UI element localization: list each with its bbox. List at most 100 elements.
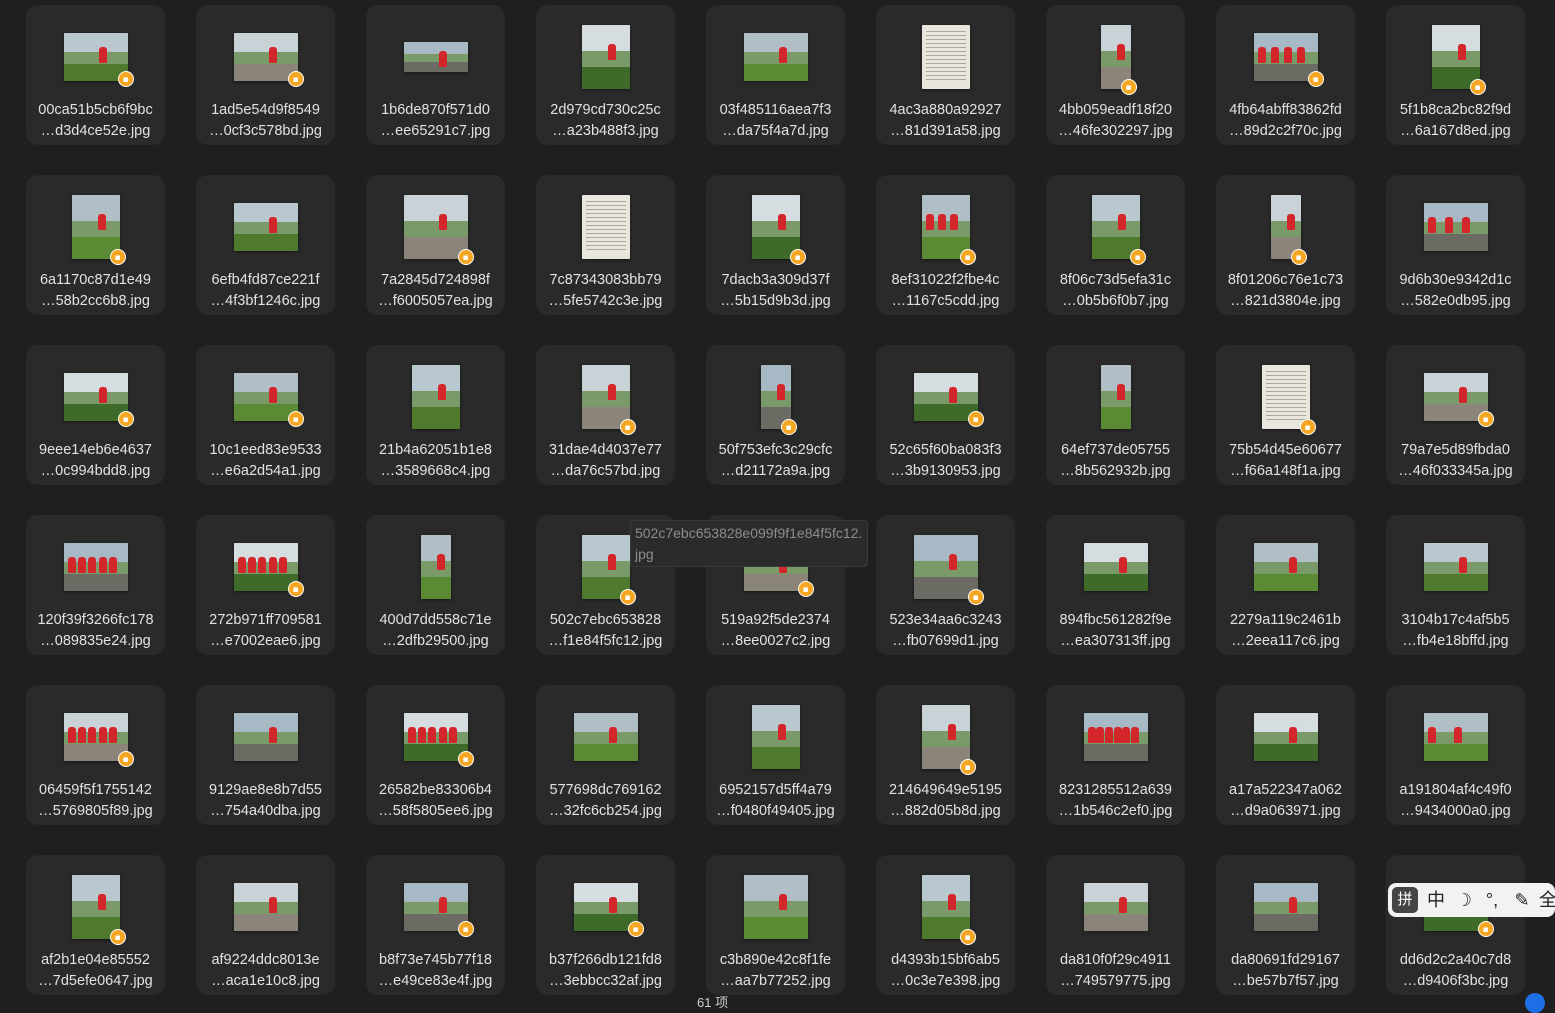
file-tile[interactable]: 894fbc561282f9e …ea307313ff.jpg: [1046, 515, 1185, 655]
file-tile[interactable]: ▪ b8f73e745b77f18 …e49ce83e4f.jpg: [366, 855, 505, 995]
file-name: 3104b17c4af5b5 …fb4e18bffd.jpg: [1386, 610, 1525, 652]
person-figure: [1444, 217, 1453, 234]
file-name-line2: …1b546c2ef0.jpg: [1058, 803, 1173, 819]
file-tile[interactable]: 7c87343083bb79 …5fe5742c3e.jpg: [536, 175, 675, 315]
person-figure: [608, 727, 617, 744]
file-name-line2: …d3d4ce52e.jpg: [40, 123, 151, 139]
pen-icon[interactable]: ✎: [1510, 887, 1534, 913]
photo-thumbnail: [1091, 195, 1140, 259]
file-tile[interactable]: ▪ 06459f5f1755142 …5769805f89.jpg: [26, 685, 165, 825]
file-name: 7dacb3a309d37f …5b15d9b3d.jpg: [706, 270, 845, 312]
file-name-line2: …ea307313ff.jpg: [1060, 633, 1171, 649]
file-name: 06459f5f1755142 …5769805f89.jpg: [26, 780, 165, 822]
file-name-line1: 64ef737de05755: [1061, 442, 1170, 458]
file-tile[interactable]: 21b4a62051b1e8 …3589668c4.jpg: [366, 345, 505, 485]
lock-icon: ▪: [1299, 419, 1316, 435]
file-tile[interactable]: ▪ 4fb64abff83862fd …89d2c2f70c.jpg: [1216, 5, 1355, 145]
file-tile[interactable]: da810f0f29c4911 …749579775.jpg: [1046, 855, 1185, 995]
file-name-line1: 8ef31022f2fbe4c: [891, 272, 1000, 288]
file-tile[interactable]: ▪ b37f266db121fd8 …3ebbcc32af.jpg: [536, 855, 675, 995]
photo-thumbnail: [1423, 543, 1488, 591]
file-tile[interactable]: ▪ af2b1e04e85552 …7d5efe0647.jpg: [26, 855, 165, 995]
file-tile[interactable]: 6952157d5ff4a79 …f0480f49405.jpg: [706, 685, 845, 825]
file-tile[interactable]: ▪ 10c1eed83e9533 …e6a2d54a1.jpg: [196, 345, 335, 485]
photo-thumbnail: [233, 883, 298, 931]
file-tile[interactable]: ▪ 00ca51b5cb6f9bc …d3d4ce52e.jpg: [26, 5, 165, 145]
file-tile[interactable]: c3b890e42c8f1fe …aa7b77252.jpg: [706, 855, 845, 995]
file-tile[interactable]: 577698dc769162 …32fc6cb254.jpg: [536, 685, 675, 825]
person-figure: [947, 894, 956, 911]
file-tile[interactable]: ▪ d4393b15bf6ab5 …0c3e7e398.jpg: [876, 855, 1015, 995]
file-name: 8ef31022f2fbe4c …1167c5cdd.jpg: [876, 270, 1015, 312]
file-tile[interactable]: ▪ 50f753efc3c29cfc …d21172a9a.jpg: [706, 345, 845, 485]
file-tile[interactable]: 1b6de870f571d0 …ee65291c7.jpg: [366, 5, 505, 145]
file-tile[interactable]: ▪ 7a2845d724898f …f6005057ea.jpg: [366, 175, 505, 315]
file-name-line1: 4fb64abff83862fd: [1229, 102, 1342, 118]
file-tile[interactable]: 64ef737de05755 …8b562932b.jpg: [1046, 345, 1185, 485]
file-tile[interactable]: a17a522347a062 …d9a063971.jpg: [1216, 685, 1355, 825]
file-tile[interactable]: ▪ 4bb059eadf18f20 …46fe302297.jpg: [1046, 5, 1185, 145]
file-tile[interactable]: ▪ 9eee14eb6e4637 …0c994bdd8.jpg: [26, 345, 165, 485]
moon-icon[interactable]: ☽: [1452, 887, 1476, 913]
file-tile[interactable]: ▪ 75b54d45e60677 …f66a148f1a.jpg: [1216, 345, 1355, 485]
file-tile[interactable]: 120f39f3266fc178 …089835e24.jpg: [26, 515, 165, 655]
photo-thumbnail: [233, 203, 298, 251]
file-tile[interactable]: 9d6b30e9342d1c …582e0db95.jpg: [1386, 175, 1525, 315]
file-tile[interactable]: ▪ dd6d2c2a40c7d8 …d9406f3bc.jpg: [1386, 855, 1525, 995]
file-tile[interactable]: ▪ 8f06c73d5efa31c …0b5b6f0b7.jpg: [1046, 175, 1185, 315]
file-tile[interactable]: ▪ 6a1170c87d1e49 …58b2cc6b8.jpg: [26, 175, 165, 315]
ime-keyboard-button[interactable]: 拼: [1392, 887, 1418, 913]
person-figure: [279, 557, 288, 574]
file-name: 1ad5e54d9f8549 …0cf3c578bd.jpg: [196, 100, 335, 142]
file-tile[interactable]: ▪ 523e34aa6c3243 …fb07699d1.jpg: [876, 515, 1015, 655]
document-thumbnail: [1261, 365, 1310, 429]
file-tile[interactable]: ▪ 8ef31022f2fbe4c …1167c5cdd.jpg: [876, 175, 1015, 315]
file-tile[interactable]: af9224ddc8013e …aca1e10c8.jpg: [196, 855, 335, 995]
file-tile[interactable]: a191804af4c49f0 …9434000a0.jpg: [1386, 685, 1525, 825]
file-name-line1: 26582be83306b4: [379, 782, 492, 798]
file-tile[interactable]: ▪ 8f01206c76e1c73 …821d3804e.jpg: [1216, 175, 1355, 315]
person-figure: [77, 557, 86, 574]
person-figure: [948, 554, 957, 571]
ime-toolbar[interactable]: 拼 中 ☽ °, ✎ 全: [1388, 883, 1555, 917]
photo-thumbnail: [403, 713, 468, 761]
file-tile[interactable]: ▪ 79a7e5d89fbda0 …46f033345a.jpg: [1386, 345, 1525, 485]
photo-thumbnail: [581, 25, 630, 89]
file-name: 4bb059eadf18f20 …46fe302297.jpg: [1046, 100, 1185, 142]
file-tile[interactable]: ▪ 1ad5e54d9f8549 …0cf3c578bd.jpg: [196, 5, 335, 145]
file-tile[interactable]: 4ac3a880a92927 …81d391a58.jpg: [876, 5, 1015, 145]
file-tile[interactable]: 2d979cd730c25c …a23b488f3.jpg: [536, 5, 675, 145]
file-tile[interactable]: ▪ 26582be83306b4 …58f5805ee6.jpg: [366, 685, 505, 825]
file-name-line2: …8ee0027c2.jpg: [720, 633, 831, 649]
person-figure: [1288, 557, 1297, 574]
file-tile[interactable]: ▪ 52c65f60ba083f3 …3b9130953.jpg: [876, 345, 1015, 485]
person-figure: [438, 897, 447, 914]
file-tile[interactable]: ▪ 5f1b8ca2bc82f9d …6a167d8ed.jpg: [1386, 5, 1525, 145]
file-name-line2: …821d3804e.jpg: [1230, 293, 1341, 309]
person-figure: [1257, 47, 1266, 64]
ime-fullwidth-button[interactable]: 全: [1536, 887, 1555, 913]
file-tile[interactable]: ▪ 214649649e5195 …882d05b8d.jpg: [876, 685, 1015, 825]
file-name-line2: …46fe302297.jpg: [1058, 123, 1173, 139]
file-tile[interactable]: 9129ae8e8b7d55 …754a40dba.jpg: [196, 685, 335, 825]
file-tile[interactable]: 3104b17c4af5b5 …fb4e18bffd.jpg: [1386, 515, 1525, 655]
photo-thumbnail: [63, 33, 128, 81]
file-tile[interactable]: 8231285512a639 …1b546c2ef0.jpg: [1046, 685, 1185, 825]
photo-thumbnail: [411, 365, 460, 429]
assistant-badge[interactable]: [1525, 993, 1545, 1013]
file-tile[interactable]: 2279a119c2461b …2eea117c6.jpg: [1216, 515, 1355, 655]
file-tile[interactable]: ▪ 31dae4d4037e77 …da76c57bd.jpg: [536, 345, 675, 485]
file-name: 7c87343083bb79 …5fe5742c3e.jpg: [536, 270, 675, 312]
ime-mode-button[interactable]: 中: [1424, 887, 1448, 913]
file-name-line2: …fb4e18bffd.jpg: [1402, 633, 1509, 649]
file-tile[interactable]: 03f485116aea7f3 …da75f4a7d.jpg: [706, 5, 845, 145]
file-tile[interactable]: 6efb4fd87ce221f …4f3bf1246c.jpg: [196, 175, 335, 315]
photo-thumbnail: [233, 33, 298, 81]
file-tile[interactable]: 400d7dd558c71e …2dfb29500.jpg: [366, 515, 505, 655]
file-tile[interactable]: ▪ 272b971ff709581 …e7002eae6.jpg: [196, 515, 335, 655]
person-figure: [1117, 44, 1125, 61]
file-tile[interactable]: da80691fd29167 …be57b7f57.jpg: [1216, 855, 1355, 995]
person-figure: [98, 727, 107, 744]
ime-punctuation-button[interactable]: °,: [1480, 887, 1504, 913]
file-tile[interactable]: ▪ 7dacb3a309d37f …5b15d9b3d.jpg: [706, 175, 845, 315]
